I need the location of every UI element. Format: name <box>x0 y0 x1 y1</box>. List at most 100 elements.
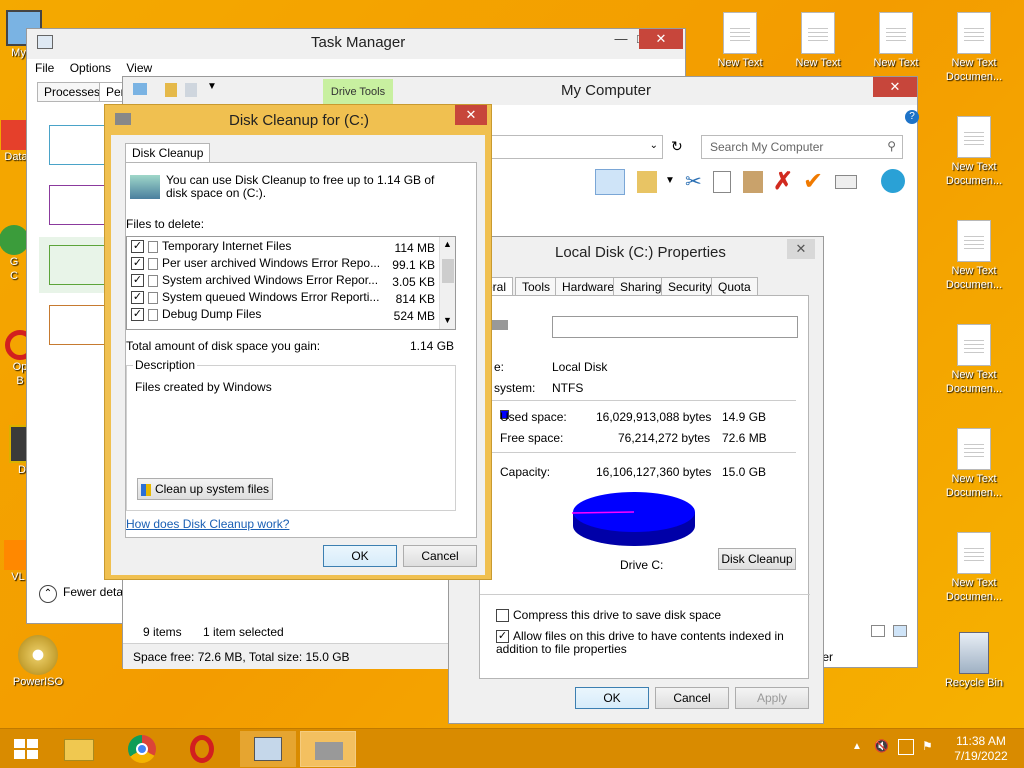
file-checkbox[interactable]: ✓ <box>131 240 144 254</box>
refresh-icon[interactable]: ↻ <box>671 138 683 155</box>
disk-cleanup-button[interactable]: Disk Cleanup <box>718 548 796 570</box>
dropdown-arrow-icon[interactable]: ▼ <box>207 81 217 92</box>
tab-disk-cleanup[interactable]: Disk Cleanup <box>125 143 211 163</box>
cut-icon[interactable]: ✂ <box>685 169 702 194</box>
cancel-button[interactable]: Cancel <box>403 545 477 567</box>
compress-checkbox[interactable] <box>496 609 509 623</box>
search-icon: ⚲ <box>887 139 896 153</box>
volume-muted-icon[interactable]: 🔇 <box>874 739 890 755</box>
search-input[interactable]: Search My Computer ⚲ <box>701 135 903 159</box>
file-checkbox[interactable]: ✓ <box>131 257 144 271</box>
scroll-up-icon[interactable]: ▲ <box>443 239 452 249</box>
address-bar[interactable]: ⌄ <box>473 135 663 159</box>
rename-icon[interactable] <box>835 175 857 189</box>
compress-option[interactable]: Compress this drive to save disk space <box>496 608 721 623</box>
tab-security[interactable]: Security <box>661 277 719 297</box>
desktop-icon-new-text[interactable]: New Text Documen... <box>938 116 1010 188</box>
windows-logo-icon <box>14 739 38 759</box>
close-button[interactable]: ✕ <box>787 239 815 259</box>
desktop-icon-new-text[interactable]: New Text Documen... <box>938 12 1010 84</box>
start-button[interactable] <box>2 731 48 767</box>
desktop-icon-new-text[interactable]: New Text Documen... <box>938 220 1010 292</box>
properties-titlebar[interactable]: Local Disk (C:) Properties ✕ <box>449 237 823 267</box>
desktop-icon-new-text[interactable]: New Text <box>860 12 932 70</box>
tab-processes[interactable]: Processes <box>37 82 108 102</box>
desktop-icon-label: New Text Documen... <box>945 577 1003 603</box>
file-checkbox[interactable]: ✓ <box>131 308 144 322</box>
clock[interactable]: 11:38 AM 7/19/2022 <box>946 734 1016 764</box>
tab-tools[interactable]: Tools <box>515 277 558 297</box>
folder-icon[interactable] <box>637 171 657 193</box>
new-folder-icon[interactable] <box>185 83 197 97</box>
index-option[interactable]: ✓ Allow files on this drive to have conte… <box>496 630 806 656</box>
help-icon[interactable]: ? <box>905 110 919 124</box>
desktop-icon-poweriso[interactable]: PowerISO <box>2 635 74 689</box>
capacity-bytes: 16,106,127,360 bytes <box>596 465 712 479</box>
list-item[interactable]: ✓ Debug Dump Files 524 MB <box>131 307 435 324</box>
clean-up-system-files-button[interactable]: Clean up system files <box>137 478 273 500</box>
memory-graph[interactable] <box>49 185 107 225</box>
my-computer-titlebar[interactable]: ▼ Drive Tools My Computer ✕ <box>123 77 917 105</box>
task-manager-titlebar[interactable]: Task Manager — □ ✕ <box>27 29 685 59</box>
cancel-button[interactable]: Cancel <box>655 687 729 709</box>
ethernet-graph[interactable] <box>49 305 107 345</box>
taskbar-file-explorer[interactable] <box>56 731 102 767</box>
scroll-down-icon[interactable]: ▼ <box>443 315 452 325</box>
taskbar-opera[interactable] <box>182 731 228 767</box>
file-checkbox[interactable]: ✓ <box>131 274 144 288</box>
tab-quota[interactable]: Quota <box>711 277 758 297</box>
properties-icon[interactable] <box>165 83 177 97</box>
ok-button[interactable]: OK <box>323 545 397 567</box>
action-center-icon[interactable]: ⚑ <box>922 739 938 755</box>
file-checkbox[interactable]: ✓ <box>131 291 144 305</box>
menu-options[interactable]: Options <box>70 61 111 75</box>
menu-file[interactable]: File <box>35 61 54 75</box>
preview-pane-icon[interactable] <box>595 169 625 195</box>
desktop-icon-label: New Text Documen... <box>945 265 1003 291</box>
taskbar-task-manager[interactable] <box>240 731 296 767</box>
large-icons-view-icon[interactable] <box>893 625 907 637</box>
checkmark-icon[interactable]: ✔ <box>803 167 823 196</box>
chevron-down-icon[interactable]: ⌄ <box>650 140 658 151</box>
menu-view[interactable]: View <box>126 61 152 75</box>
files-scrollbar[interactable]: ▲ ▼ <box>439 237 455 329</box>
network-icon[interactable] <box>898 739 914 755</box>
dropdown-arrow-icon[interactable]: ▼ <box>665 175 675 186</box>
desktop-icon-new-text[interactable]: New Text Documen... <box>938 532 1010 604</box>
desktop-icon-new-text[interactable]: New Text <box>704 12 776 70</box>
taskbar-chrome[interactable] <box>120 731 166 767</box>
file-size: 114 MB <box>394 241 435 255</box>
paste-icon[interactable] <box>743 171 763 193</box>
document-icon <box>879 12 913 54</box>
desktop-icon-new-text[interactable]: New Text Documen... <box>938 324 1010 396</box>
copy-icon[interactable] <box>713 171 731 193</box>
details-view-icon[interactable] <box>871 625 885 637</box>
list-item[interactable]: ✓ System archived Windows Error Repor... 3… <box>131 273 435 290</box>
close-button[interactable]: ✕ <box>873 77 917 97</box>
disc-icon <box>18 635 58 675</box>
close-button[interactable]: ✕ <box>455 105 487 125</box>
list-item[interactable]: ✓ Per user archived Windows Error Repo...… <box>131 256 435 273</box>
list-item[interactable]: ✓ Temporary Internet Files 114 MB <box>131 239 435 256</box>
fewer-details[interactable]: ⌃ Fewer deta <box>39 585 123 603</box>
help-link[interactable]: How does Disk Cleanup work? <box>126 517 289 531</box>
globe-icon[interactable] <box>881 169 905 193</box>
disk-cleanup-titlebar[interactable]: Disk Cleanup for (C:) ✕ <box>105 105 491 135</box>
drive-label-input[interactable] <box>552 316 798 338</box>
scroll-thumb[interactable] <box>442 259 454 283</box>
computer-icon <box>133 83 147 95</box>
desktop-icon-new-text[interactable]: New Text Documen... <box>938 428 1010 500</box>
show-hidden-icons-icon[interactable]: ▲ <box>852 741 862 752</box>
close-button[interactable]: ✕ <box>639 29 683 49</box>
desktop-icon-new-text[interactable]: New Text <box>782 12 854 70</box>
apply-button[interactable]: Apply <box>735 687 809 709</box>
delete-icon[interactable]: ✗ <box>773 167 793 196</box>
drive-tools-tab[interactable]: Drive Tools <box>323 79 393 105</box>
cpu-graph[interactable] <box>49 125 107 165</box>
list-item[interactable]: ✓ System queued Windows Error Reporti... 8… <box>131 290 435 307</box>
taskbar: ▲ 🔇 ⚑ 11:38 AM 7/19/2022 <box>0 728 1024 768</box>
desktop-icon-recycle-bin[interactable]: Recycle Bin <box>938 632 1010 690</box>
tab-hardware[interactable]: Hardware <box>555 277 622 297</box>
taskbar-disk-cleanup[interactable] <box>300 731 356 767</box>
ok-button[interactable]: OK <box>575 687 649 709</box>
